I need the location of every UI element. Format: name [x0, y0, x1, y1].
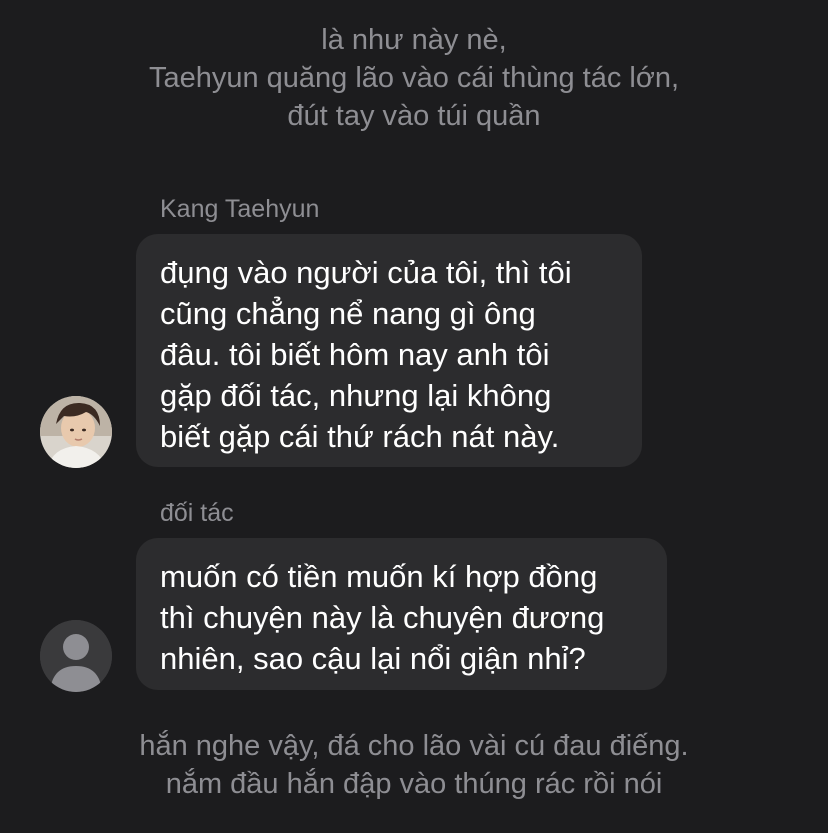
narration-line: Taehyun quăng lão vào cái thùng tác lớn,: [148, 62, 680, 94]
message-line: nhiên, sao cậu lại nổi giận nhỉ?: [160, 641, 586, 676]
sender-name: đối tác: [160, 499, 234, 527]
avatar[interactable]: [40, 396, 112, 468]
message-bubble[interactable]: đụng vào người của tôi, thì tôi cũng chẳ…: [136, 234, 642, 467]
sender-name: Kang Taehyun: [160, 195, 320, 223]
profile-photo-icon: [40, 396, 112, 468]
narration-line: là như này nè,: [321, 24, 507, 56]
narration-line: nắm đầu hắn đập vào thúng rác rồi nói: [165, 768, 663, 800]
default-person-icon: [40, 620, 112, 692]
message-bubble[interactable]: muốn có tiền muốn kí hợp đồng thì chuyện…: [136, 538, 667, 690]
narration-line: hắn nghe vậy, đá cho lão vài cú đau điến…: [139, 730, 689, 762]
narration-bottom: hắn nghe vậy, đá cho lão vài cú đau điến…: [0, 727, 828, 803]
message-line: đụng vào người của tôi, thì tôi: [160, 255, 572, 290]
message-line: cũng chẳng nể nang gì ông: [160, 296, 536, 331]
message-line: biết gặp cái thứ rách nát này.: [160, 419, 560, 454]
narration-line: đút tay vào túi quần: [287, 100, 541, 132]
message-line: muốn có tiền muốn kí hợp đồng: [160, 559, 598, 594]
avatar[interactable]: [40, 620, 112, 692]
narration-top: là như này nè, Taehyun quăng lão vào cái…: [0, 21, 828, 135]
message-line: thì chuyện này là chuyện đương: [160, 600, 605, 635]
message-line: đâu. tôi biết hôm nay anh tôi: [160, 337, 550, 372]
message-line: gặp đối tác, nhưng lại không: [160, 378, 552, 413]
